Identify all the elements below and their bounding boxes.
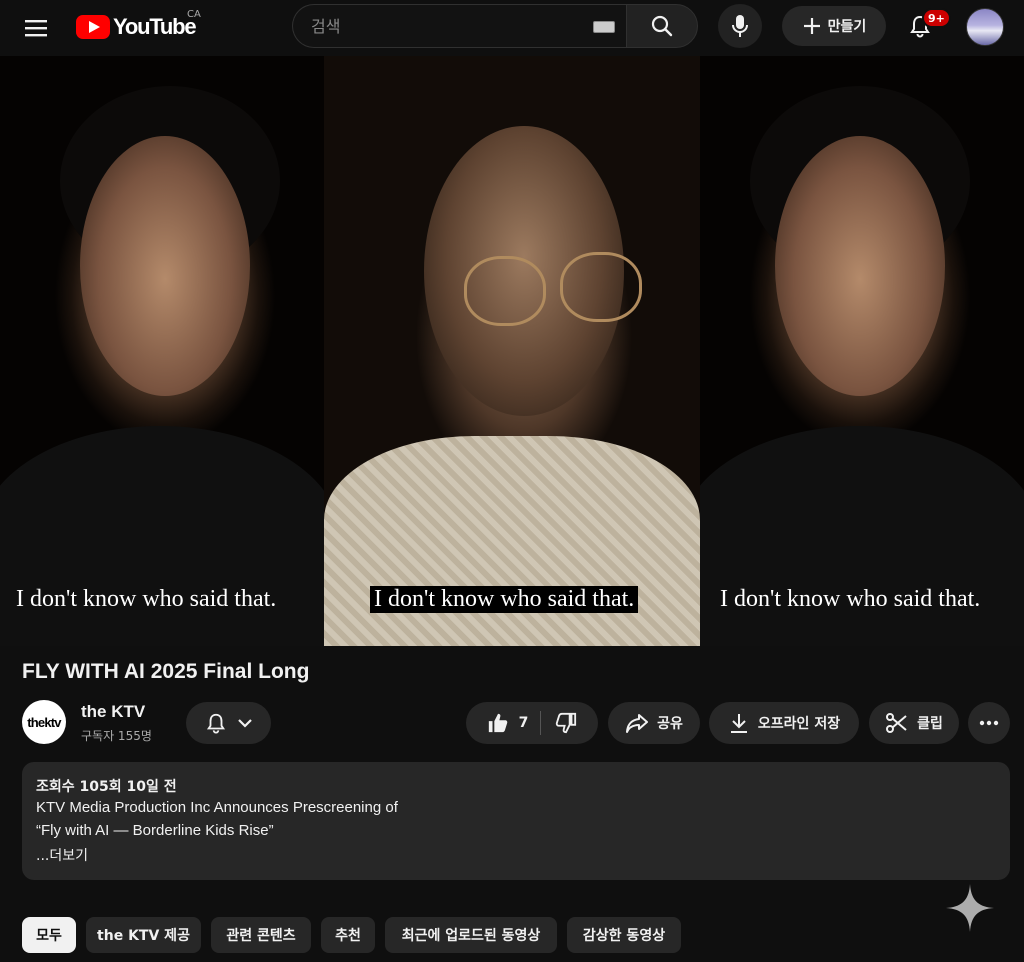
- create-button[interactable]: 만들기: [782, 6, 886, 46]
- subtitle-left: I don't know who said that.: [16, 586, 277, 612]
- shirt-shape: [0, 426, 324, 646]
- view-count-and-date: 조회수 105회 10일 전: [36, 779, 177, 795]
- like-dislike-group: 7: [466, 702, 598, 744]
- subscriber-count: 구독자 155명: [81, 729, 152, 743]
- more-actions-button[interactable]: [968, 702, 1010, 744]
- channel-name[interactable]: the KTV: [81, 702, 145, 722]
- description-line-2: “Fly with AI — Borderline Kids Rise”: [36, 822, 274, 839]
- top-bar: YouTube CA 만들기 9+: [0, 0, 1024, 56]
- notification-badge: 9+: [922, 8, 951, 28]
- description-line-1: KTV Media Production Inc Announces Presc…: [36, 799, 398, 816]
- logo-text: YouTube: [113, 14, 197, 39]
- menu-button[interactable]: [16, 8, 56, 48]
- thumbs-up-icon: [488, 713, 507, 733]
- share-label: 공유: [657, 716, 683, 732]
- hamburger-icon: [25, 20, 47, 37]
- search-button[interactable]: [626, 4, 698, 48]
- download-label: 오프라인 저장: [757, 716, 841, 732]
- video-player[interactable]: I don't know who said that. I don't know…: [0, 56, 1024, 646]
- like-count: 7: [518, 715, 529, 731]
- plus-icon: [803, 18, 820, 34]
- subscription-bell-button[interactable]: [186, 702, 271, 744]
- chip-related[interactable]: 관련 콘텐츠: [211, 917, 311, 953]
- chip-all[interactable]: 모두: [22, 917, 76, 953]
- shirt-shape: [700, 426, 1024, 646]
- more-horizontal-icon: [979, 720, 999, 726]
- subtitle-right: I don't know who said that.: [720, 586, 981, 612]
- thumbs-down-icon: [556, 712, 577, 734]
- channel-avatar[interactable]: thektv: [22, 700, 66, 744]
- video-panel-left: I don't know who said that.: [0, 56, 324, 646]
- chevron-down-icon: [237, 719, 252, 728]
- download-icon: [730, 714, 747, 733]
- glasses-left-lens: [464, 256, 546, 326]
- video-panel-middle: I don't know who said that.: [324, 56, 700, 646]
- play-logo-icon: [76, 15, 110, 39]
- video-title: FLY WITH AI 2025 Final Long: [22, 660, 310, 683]
- search-box: [292, 4, 628, 48]
- search-input[interactable]: [311, 5, 581, 47]
- dislike-button[interactable]: [549, 712, 577, 734]
- chip-recently-uploaded[interactable]: 최근에 업로드된 동영상: [385, 917, 557, 953]
- sparkle-icon: [946, 884, 994, 932]
- subtitle-middle: I don't know who said that.: [370, 586, 639, 613]
- scissors-icon: [886, 713, 907, 733]
- show-more-link[interactable]: ...더보기: [36, 845, 88, 865]
- description-box[interactable]: 조회수 105회 10일 전 KTV Media Production Inc …: [22, 762, 1010, 880]
- microphone-icon: [732, 15, 748, 37]
- country-code: CA: [187, 9, 201, 20]
- chip-from-channel[interactable]: the KTV 제공: [86, 917, 201, 953]
- face-shape: [80, 136, 250, 396]
- create-label: 만들기: [827, 19, 867, 35]
- glasses-right-lens: [560, 252, 642, 322]
- youtube-logo[interactable]: YouTube: [76, 12, 197, 42]
- chip-watched[interactable]: 감상한 동영상: [567, 917, 681, 953]
- video-panel-right: I don't know who said that.: [700, 56, 1024, 646]
- voice-search-button[interactable]: [718, 4, 762, 48]
- keyboard-icon[interactable]: [593, 21, 615, 33]
- search-icon: [651, 15, 673, 37]
- clip-label: 클립: [917, 716, 943, 732]
- share-icon: [626, 714, 649, 733]
- chip-recommended[interactable]: 추천: [321, 917, 375, 953]
- share-button[interactable]: 공유: [608, 702, 700, 744]
- like-button[interactable]: 7: [487, 711, 542, 735]
- bell-icon: [206, 713, 225, 734]
- account-avatar[interactable]: [966, 8, 1004, 46]
- clip-button[interactable]: 클립: [869, 702, 959, 744]
- download-button[interactable]: 오프라인 저장: [709, 702, 859, 744]
- face-shape: [775, 136, 945, 396]
- blouse-shape: [324, 436, 700, 646]
